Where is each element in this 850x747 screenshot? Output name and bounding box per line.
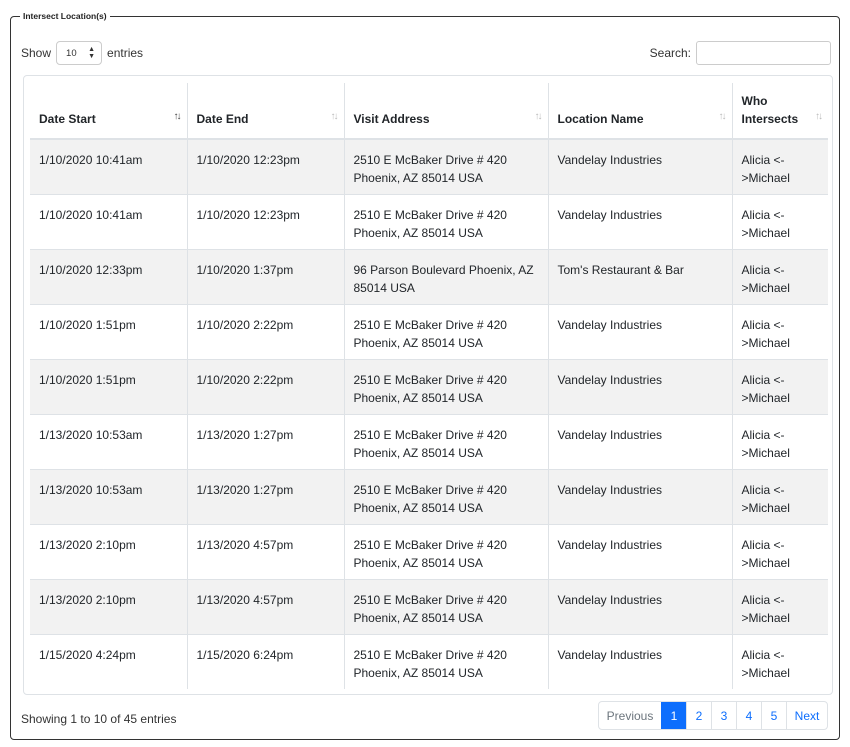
cell-location-name: Tom's Restaurant & Bar xyxy=(548,248,733,304)
cell-visit-address: 2510 E McBaker Drive # 420 Phoenix, AZ 8… xyxy=(344,413,549,469)
cell-visit-address: 2510 E McBaker Drive # 420 Phoenix, AZ 8… xyxy=(344,468,549,524)
cell-visit-address: 2510 E McBaker Drive # 420 Phoenix, AZ 8… xyxy=(344,138,549,194)
cell-who-intersects: Alicia <->Michael xyxy=(732,193,828,249)
cell-who-intersects: Alicia <->Michael xyxy=(732,248,828,304)
table-row: 1/13/2020 10:53am 1/13/2020 1:27pm 2510 E … xyxy=(30,468,828,524)
entries-label: entries xyxy=(107,46,144,60)
table-row: 1/10/2020 12:33pm 1/10/2020 1:37pm 96 Pars… xyxy=(30,248,828,304)
cell-date-start: 1/10/2020 1:51pm xyxy=(30,303,188,359)
column-header-label: Date Start xyxy=(39,112,96,126)
cell-who-intersects: Alicia <->Michael xyxy=(732,303,828,359)
page-button-5[interactable]: 5 xyxy=(761,702,786,729)
sort-icon: ↑↓ xyxy=(330,111,339,122)
entries-length-control: Show 10 ▲ ▼ entries xyxy=(21,41,143,65)
cell-date-end: 1/13/2020 1:27pm xyxy=(187,468,345,524)
page-button-1[interactable]: 1 xyxy=(661,702,686,729)
cell-location-name: Vandelay Industries xyxy=(548,303,733,359)
search-control: Search: xyxy=(650,41,831,65)
table-row: 1/10/2020 1:51pm 1/10/2020 2:22pm 2510 E M… xyxy=(30,303,828,359)
cell-date-start: 1/13/2020 2:10pm xyxy=(30,523,188,579)
cell-who-intersects: Alicia <->Michael xyxy=(732,413,828,469)
cell-location-name: Vandelay Industries xyxy=(548,468,733,524)
cell-date-end: 1/10/2020 2:22pm xyxy=(187,303,345,359)
cell-location-name: Vandelay Industries xyxy=(548,633,733,689)
cell-visit-address: 2510 E McBaker Drive # 420 Phoenix, AZ 8… xyxy=(344,358,549,414)
cell-visit-address: 2510 E McBaker Drive # 420 Phoenix, AZ 8… xyxy=(344,523,549,579)
table-row: 1/13/2020 2:10pm 1/13/2020 4:57pm 2510 E M… xyxy=(30,523,828,579)
entries-select-value: 10 xyxy=(66,47,77,59)
cell-date-end: 1/10/2020 1:37pm xyxy=(187,248,345,304)
table-row: 1/15/2020 4:24pm 1/15/2020 6:24pm 2510 E M… xyxy=(30,633,828,689)
cell-date-start: 1/15/2020 4:24pm xyxy=(30,633,188,689)
cell-date-end: 1/13/2020 4:57pm xyxy=(187,523,345,579)
cell-date-start: 1/10/2020 12:33pm xyxy=(30,248,188,304)
cell-date-end: 1/13/2020 4:57pm xyxy=(187,578,345,634)
cell-location-name: Vandelay Industries xyxy=(548,193,733,249)
cell-date-end: 1/10/2020 12:23pm xyxy=(187,193,345,249)
cell-who-intersects: Alicia <->Michael xyxy=(732,138,828,194)
cell-location-name: Vandelay Industries xyxy=(548,138,733,194)
show-label: Show xyxy=(21,46,52,60)
table-info: Showing 1 to 10 of 45 entries xyxy=(21,712,177,726)
cell-visit-address: 2510 E McBaker Drive # 420 Phoenix, AZ 8… xyxy=(344,193,549,249)
column-header-label: Visit Address xyxy=(353,112,430,126)
cell-visit-address: 2510 E McBaker Drive # 420 Phoenix, AZ 8… xyxy=(344,633,549,689)
column-header-label: Who Intersects xyxy=(741,94,799,126)
table-container: Date Start ↑↓ Date End ↑↓ Visit Address ↑↓ Loc… xyxy=(23,75,833,695)
cell-visit-address: 2510 E McBaker Drive # 420 Phoenix, AZ 8… xyxy=(344,578,549,634)
pagination: Previous 1 2 3 4 5 Next xyxy=(598,701,828,730)
cell-visit-address: 2510 E McBaker Drive # 420 Phoenix, AZ 8… xyxy=(344,303,549,359)
sort-ascending-icon: ↑↓ xyxy=(173,111,182,122)
cell-who-intersects: Alicia <->Michael xyxy=(732,358,828,414)
cell-date-start: 1/10/2020 10:41am xyxy=(30,193,188,249)
column-header-who-intersects[interactable]: Who Intersects ↑↓ xyxy=(732,83,828,140)
cell-date-start: 1/13/2020 2:10pm xyxy=(30,578,188,634)
page-button-3[interactable]: 3 xyxy=(711,702,736,729)
intersect-table: Date Start ↑↓ Date End ↑↓ Visit Address ↑↓ Loc… xyxy=(30,83,828,689)
table-row: 1/10/2020 10:41am 1/10/2020 12:23pm 2510 E… xyxy=(30,138,828,194)
sort-icon: ↑↓ xyxy=(815,111,823,122)
select-arrows-icon: ▲ ▼ xyxy=(88,46,96,60)
column-header-label: Date End xyxy=(196,112,249,126)
table-row: 1/10/2020 1:51pm 1/10/2020 2:22pm 2510 E M… xyxy=(30,358,828,414)
cell-date-end: 1/15/2020 6:24pm xyxy=(187,633,345,689)
cell-who-intersects: Alicia <->Michael xyxy=(732,523,828,579)
sort-icon: ↑↓ xyxy=(718,111,727,122)
column-header-date-start[interactable]: Date Start ↑↓ xyxy=(30,83,188,140)
cell-visit-address: 96 Parson Boulevard Phoenix, AZ 85014 US… xyxy=(344,248,549,304)
column-header-visit-address[interactable]: Visit Address ↑↓ xyxy=(344,83,549,140)
column-header-date-end[interactable]: Date End ↑↓ xyxy=(187,83,345,140)
page-button-2[interactable]: 2 xyxy=(686,702,711,729)
cell-who-intersects: Alicia <->Michael xyxy=(732,633,828,689)
cell-date-start: 1/13/2020 10:53am xyxy=(30,413,188,469)
table-header-row: Date Start ↑↓ Date End ↑↓ Visit Address ↑↓ Loc… xyxy=(30,83,828,140)
cell-who-intersects: Alicia <->Michael xyxy=(732,578,828,634)
cell-date-start: 1/10/2020 10:41am xyxy=(30,138,188,194)
cell-location-name: Vandelay Industries xyxy=(548,578,733,634)
cell-date-start: 1/10/2020 1:51pm xyxy=(30,358,188,414)
cell-date-end: 1/10/2020 2:22pm xyxy=(187,358,345,414)
cell-date-end: 1/10/2020 12:23pm xyxy=(187,138,345,194)
column-header-location-name[interactable]: Location Name ↑↓ xyxy=(548,83,733,140)
sort-icon: ↑↓ xyxy=(534,111,543,122)
table-row: 1/13/2020 2:10pm 1/13/2020 4:57pm 2510 E M… xyxy=(30,578,828,634)
cell-date-start: 1/13/2020 10:53am xyxy=(30,468,188,524)
column-header-label: Location Name xyxy=(557,112,644,126)
next-page-button[interactable]: Next xyxy=(786,702,827,729)
section-title: Intersect Location(s) xyxy=(23,11,107,21)
cell-location-name: Vandelay Industries xyxy=(548,413,733,469)
cell-who-intersects: Alicia <->Michael xyxy=(732,468,828,524)
page-button-4[interactable]: 4 xyxy=(736,702,761,729)
search-label: Search: xyxy=(649,46,691,60)
cell-location-name: Vandelay Industries xyxy=(548,523,733,579)
previous-page-button[interactable]: Previous xyxy=(599,702,661,729)
table-row: 1/10/2020 10:41am 1/10/2020 12:23pm 2510 E… xyxy=(30,193,828,249)
table-row: 1/13/2020 10:53am 1/13/2020 1:27pm 2510 E … xyxy=(30,413,828,469)
search-input[interactable] xyxy=(696,41,831,65)
entries-select[interactable]: 10 ▲ ▼ xyxy=(56,41,103,65)
cell-location-name: Vandelay Industries xyxy=(548,358,733,414)
cell-date-end: 1/13/2020 1:27pm xyxy=(187,413,345,469)
